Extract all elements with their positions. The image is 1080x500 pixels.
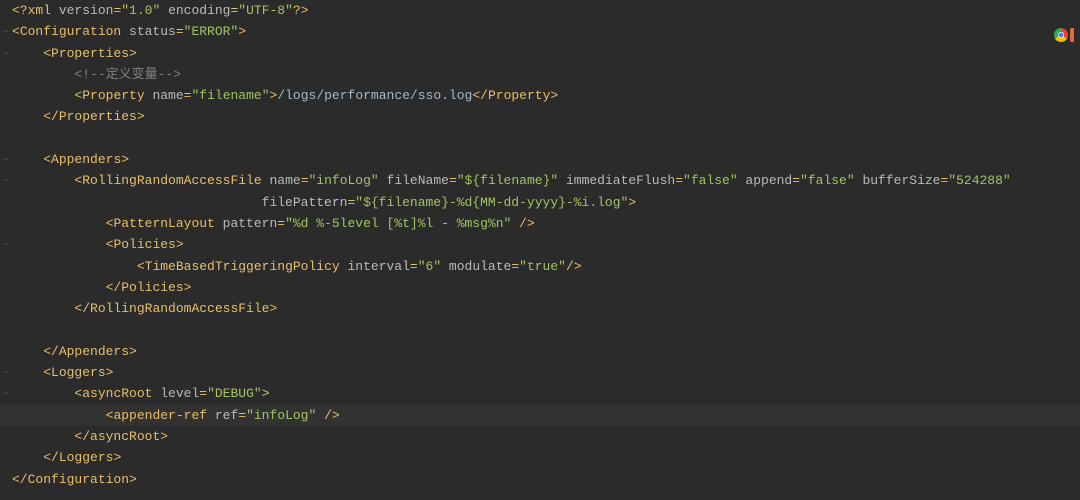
code-line[interactable]: <Property name="filename">/logs/performa… — [12, 85, 1080, 106]
code-editor[interactable]: − − − − − − − <?xml version="1.0" encoding="UT… — [0, 0, 1080, 500]
fold-toggle-icon[interactable]: − — [2, 50, 10, 58]
code-line[interactable]: </asyncRoot> — [12, 426, 1080, 447]
code-line[interactable]: <Appenders> — [12, 149, 1080, 170]
code-line[interactable]: <RollingRandomAccessFile name="infoLog" … — [12, 170, 1080, 191]
fold-toggle-icon[interactable]: − — [2, 241, 10, 249]
code-line[interactable]: filePattern="${filename}-%d{MM-dd-yyyy}-… — [12, 192, 1080, 213]
fold-toggle-icon[interactable]: − — [2, 390, 10, 398]
code-line[interactable] — [12, 128, 1080, 149]
fold-toggle-icon[interactable]: − — [2, 156, 10, 164]
code-line[interactable]: <Properties> — [12, 43, 1080, 64]
code-area[interactable]: <?xml version="1.0" encoding="UTF-8"?><C… — [12, 0, 1080, 490]
code-line[interactable]: <appender-ref ref="infoLog" /> — [12, 405, 1080, 426]
code-line[interactable]: </RollingRandomAccessFile> — [12, 298, 1080, 319]
code-line[interactable]: </Policies> — [12, 277, 1080, 298]
code-line[interactable]: <Configuration status="ERROR"> — [12, 21, 1080, 42]
fold-toggle-icon[interactable]: − — [2, 28, 10, 36]
code-line[interactable]: <!--定义变量--> — [12, 64, 1080, 85]
fold-toggle-icon[interactable]: − — [2, 177, 10, 185]
code-line[interactable]: <?xml version="1.0" encoding="UTF-8"?> — [12, 0, 1080, 21]
code-line[interactable]: </Appenders> — [12, 341, 1080, 362]
code-line[interactable]: <Loggers> — [12, 362, 1080, 383]
code-line[interactable]: <TimeBasedTriggeringPolicy interval="6" … — [12, 256, 1080, 277]
fold-toggle-icon[interactable]: − — [2, 369, 10, 377]
code-line[interactable]: </Loggers> — [12, 447, 1080, 468]
code-line[interactable]: </Configuration> — [12, 469, 1080, 490]
fold-gutter[interactable]: − − − − − − − — [0, 0, 12, 500]
code-line[interactable] — [12, 319, 1080, 340]
code-line[interactable]: <asyncRoot level="DEBUG"> — [12, 383, 1080, 404]
code-line[interactable]: </Properties> — [12, 106, 1080, 127]
code-line[interactable]: <PatternLayout pattern="%d %-5level [%t]… — [12, 213, 1080, 234]
code-line[interactable]: <Policies> — [12, 234, 1080, 255]
